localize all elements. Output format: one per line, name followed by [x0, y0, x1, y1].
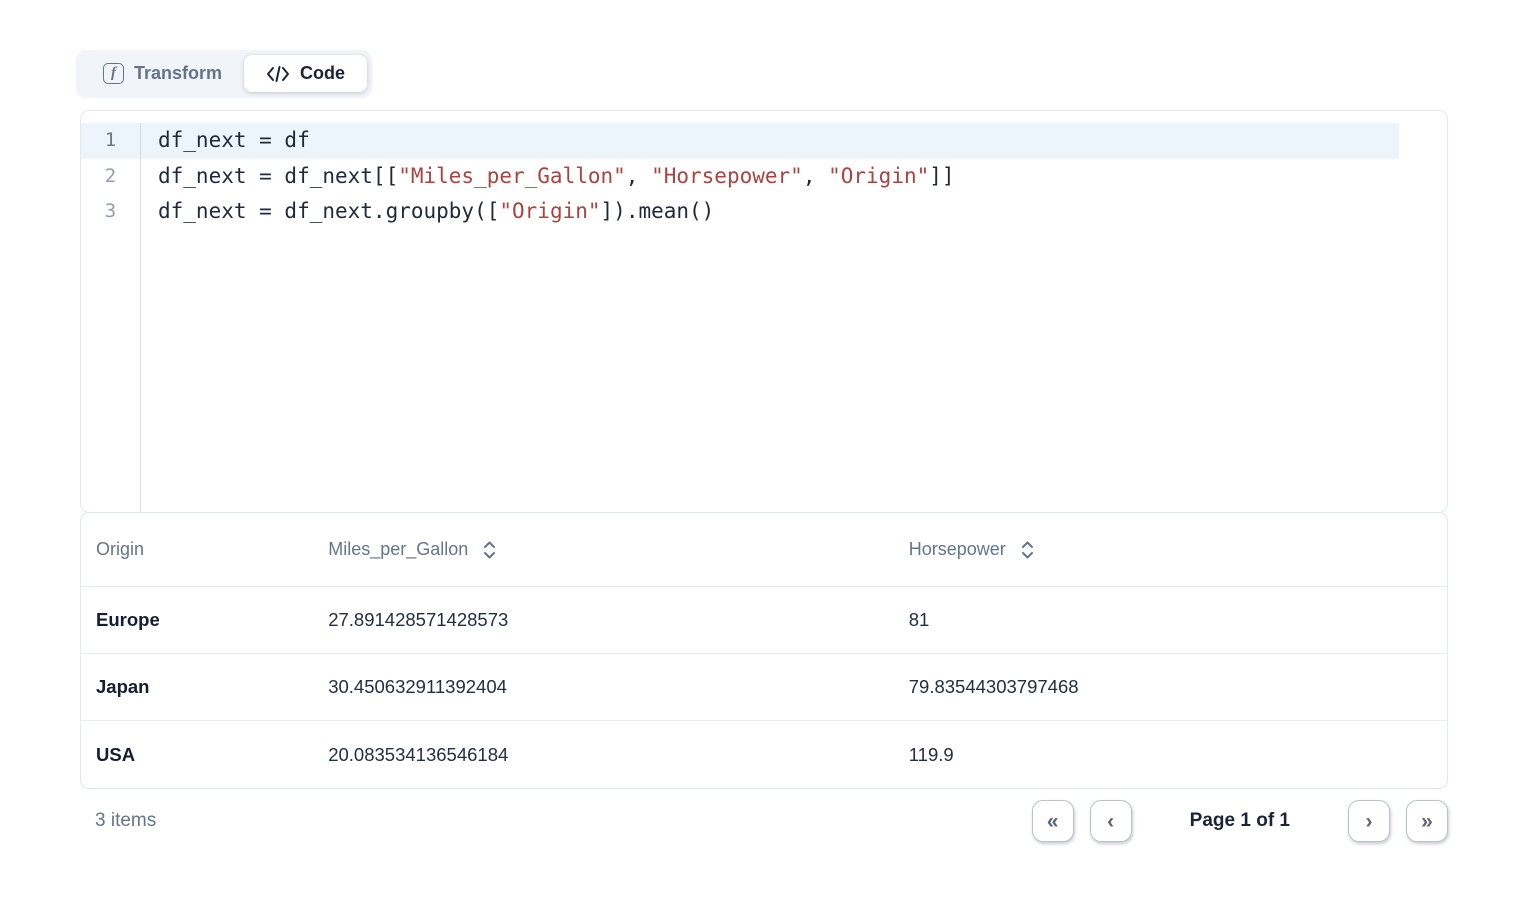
- code-line-2[interactable]: 2 df_next = df_next[["Miles_per_Gallon",…: [81, 159, 1447, 195]
- editor-blank: [141, 230, 1447, 514]
- code-line-text: df_next = df_next[["Miles_per_Gallon", "…: [141, 159, 1447, 195]
- chevron-left-icon: ‹: [1107, 811, 1114, 832]
- table-header-row: Origin Miles_per_Gallon: [81, 513, 1447, 587]
- cell-horsepower: 79.83544303797468: [894, 654, 1447, 721]
- next-page-button[interactable]: ›: [1348, 800, 1390, 842]
- code-line-text: df_next = df_next.groupby(["Origin"]).me…: [141, 194, 1447, 230]
- cell-origin: USA: [81, 721, 313, 788]
- table-footer: 3 items « ‹ Page 1 of 1 › »: [80, 800, 1448, 842]
- line-number: 1: [81, 123, 141, 159]
- function-icon: f: [103, 63, 124, 84]
- result-table: Origin Miles_per_Gallon: [80, 512, 1448, 789]
- tab-code-label: Code: [300, 63, 345, 84]
- sort-icon[interactable]: [482, 540, 497, 560]
- items-count: 3 items: [80, 810, 156, 832]
- pagination: « ‹ Page 1 of 1 › »: [1032, 800, 1448, 842]
- page-indicator: Page 1 of 1: [1190, 810, 1290, 832]
- last-page-button[interactable]: »: [1406, 800, 1448, 842]
- app-window: f Transform Code 1 df_next = df 2 df_nex…: [0, 0, 1516, 918]
- double-chevron-right-icon: »: [1421, 811, 1433, 832]
- first-page-button[interactable]: «: [1032, 800, 1074, 842]
- line-number: 3: [81, 194, 141, 230]
- column-header-label: Horsepower: [909, 539, 1006, 560]
- code-editor-empty-area[interactable]: [81, 230, 1447, 514]
- code-line-3[interactable]: 3 df_next = df_next.groupby(["Origin"]).…: [81, 194, 1447, 230]
- table-row: Europe 27.891428571428573 81: [81, 587, 1447, 654]
- column-header-label: Origin: [96, 539, 144, 560]
- column-header-origin: Origin: [81, 513, 313, 587]
- code-line-1[interactable]: 1 df_next = df: [81, 123, 1447, 159]
- table-row: Japan 30.450632911392404 79.835443037974…: [81, 654, 1447, 721]
- cell-miles-per-gallon: 30.450632911392404: [313, 654, 894, 721]
- tab-transform[interactable]: f Transform: [81, 55, 244, 92]
- cell-miles-per-gallon: 20.083534136546184: [313, 721, 894, 788]
- gutter: [81, 230, 141, 514]
- prev-page-button[interactable]: ‹: [1090, 800, 1132, 842]
- view-switcher: f Transform Code: [76, 50, 372, 97]
- line-number: 2: [81, 159, 141, 195]
- tab-code[interactable]: Code: [244, 55, 367, 92]
- cell-horsepower: 119.9: [894, 721, 1447, 788]
- tab-transform-label: Transform: [134, 63, 222, 84]
- code-editor[interactable]: 1 df_next = df 2 df_next = df_next[["Mil…: [80, 110, 1448, 513]
- table-row: USA 20.083534136546184 119.9: [81, 721, 1447, 788]
- cell-origin: Europe: [81, 587, 313, 654]
- chevron-right-icon: ›: [1366, 811, 1373, 832]
- cell-origin: Japan: [81, 654, 313, 721]
- sort-icon[interactable]: [1020, 540, 1035, 560]
- code-line-text: df_next = df: [141, 123, 1447, 159]
- double-chevron-left-icon: «: [1047, 811, 1059, 832]
- column-header-horsepower[interactable]: Horsepower: [894, 513, 1447, 587]
- cell-miles-per-gallon: 27.891428571428573: [313, 587, 894, 654]
- column-header-miles-per-gallon[interactable]: Miles_per_Gallon: [313, 513, 894, 587]
- code-icon: [266, 64, 290, 84]
- column-header-label: Miles_per_Gallon: [328, 539, 468, 560]
- cell-horsepower: 81: [894, 587, 1447, 654]
